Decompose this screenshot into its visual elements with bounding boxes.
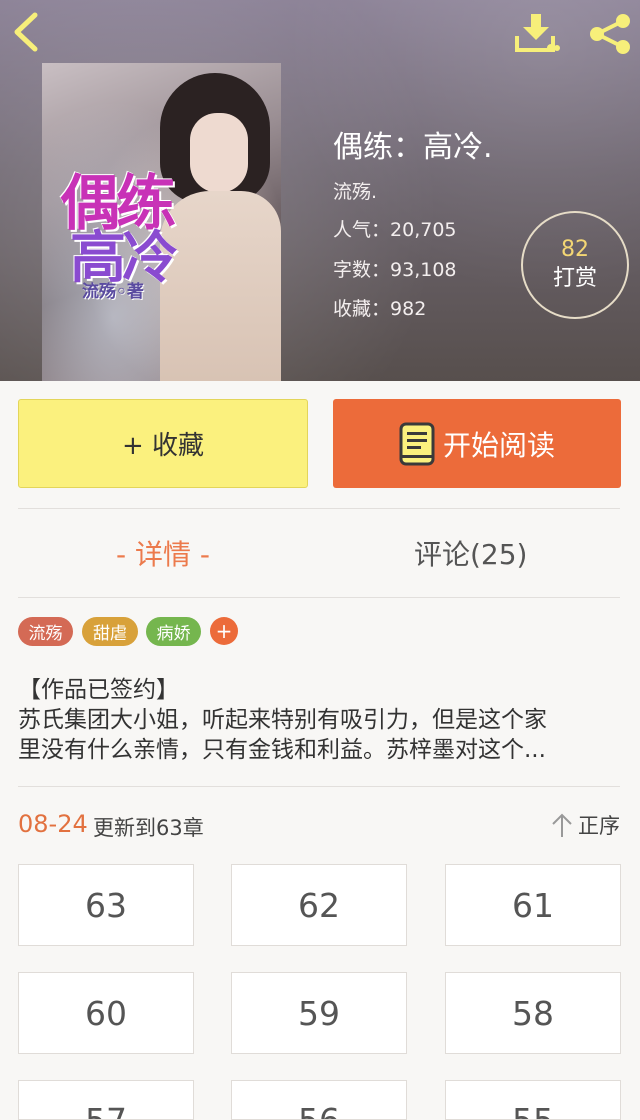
book-cover[interactable]: 偶练 高冷 流殇◦著 [42,63,281,381]
favorites-value: 982 [390,298,427,320]
book-header: 偶练 高冷 流殇◦著 偶练：高冷. 流殇. 人气：20,705 字数：93,10… [0,0,640,381]
tip-count: 82 [561,237,589,262]
book-title: 偶练：高冷. [333,130,493,165]
popularity-label: 人气： [333,219,391,241]
book-description[interactable]: 【作品已签约】 苏氏集团大小姐，听起来特别有吸引力，但是这个家 里没有什么亲情，… [18,675,622,765]
chapter-button[interactable]: 55 [445,1080,621,1120]
chapter-button[interactable]: 56 [231,1080,407,1120]
download-button[interactable] [512,10,562,56]
cover-byline: 流殇◦著 [82,282,144,302]
tip-button[interactable]: 82 打赏 [521,211,629,319]
description-line: 【作品已签约】 [18,677,179,703]
favorites-label: 收藏： [333,298,391,320]
update-text: 更新到63章 [93,816,204,840]
chapter-button[interactable]: 58 [445,972,621,1054]
tag-item[interactable]: 流殇 [18,617,73,646]
word-count-label: 字数： [333,259,391,281]
chapter-button[interactable]: 59 [231,972,407,1054]
share-icon [590,14,630,54]
sort-label: 正序 [578,814,620,838]
chevron-left-icon [14,12,38,52]
tag-item[interactable]: 病娇 [146,617,201,646]
cover-figure-face [190,113,248,193]
back-button[interactable] [6,10,46,54]
word-count-value: 93,108 [390,259,457,281]
divider [18,786,620,787]
divider [18,508,620,509]
tab-detail[interactable]: - 详情 - [116,533,210,573]
arrow-up-icon [552,813,572,837]
tag-item[interactable]: 甜虐 [82,617,138,646]
add-favorite-button[interactable]: + 收藏 [18,399,308,488]
cover-figure-body [160,191,281,381]
popularity-value: 20,705 [390,219,457,241]
divider [18,597,620,598]
chapter-button[interactable]: 62 [231,864,407,946]
popularity-stat: 人气：20,705 [333,215,457,242]
book-author[interactable]: 流殇. [333,177,377,204]
start-reading-label: 开始阅读 [442,428,555,462]
favorites-stat: 收藏：982 [333,294,426,321]
chapter-button[interactable]: 63 [18,864,194,946]
book-icon [399,422,435,465]
sort-order-button[interactable]: 正序 [550,810,622,840]
description-line: 苏氏集团大小姐，听起来特别有吸引力，但是这个家 [18,707,547,733]
add-tag-button[interactable]: + [210,617,238,645]
start-reading-button[interactable]: 开始阅读 [333,399,621,488]
description-line: 里没有什么亲情，只有金钱和利益。苏梓墨对这个... [18,737,546,763]
chapter-button[interactable]: 61 [445,864,621,946]
download-icon [515,14,560,52]
chapter-button[interactable]: 60 [18,972,194,1054]
update-date: 08-24 [18,810,88,838]
word-count-stat: 字数：93,108 [333,255,457,282]
share-button[interactable] [585,12,635,56]
tab-comments[interactable]: 评论(25) [414,533,527,573]
tip-label: 打赏 [552,266,597,291]
chapter-button[interactable]: 57 [18,1080,194,1120]
